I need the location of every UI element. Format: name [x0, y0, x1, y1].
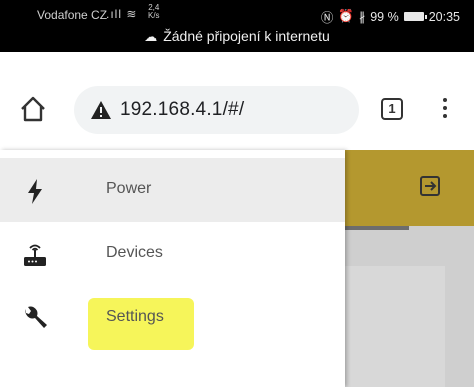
status-bar: Vodafone CZ .ıll ≋ 2,4 K/s Ⓝ ⏰ ∦ 99 % 20…: [0, 0, 474, 52]
url-text[interactable]: 192.168.4.1/#/: [120, 99, 244, 121]
content-card: [345, 266, 445, 387]
warning-icon[interactable]: [90, 100, 112, 120]
battery-percent: 99 %: [370, 9, 399, 24]
tab-switcher-button[interactable]: 1: [381, 98, 403, 120]
drawer-item-label: Devices: [106, 244, 163, 261]
navigation-drawer: Power Devices Settings: [0, 150, 345, 387]
offline-text: Žádné připojení k internetu: [163, 28, 330, 44]
network-speed-unit: K/s: [148, 11, 160, 20]
network-speed: 2,4 K/s: [148, 4, 160, 20]
drawer-item-power[interactable]: Power: [0, 158, 345, 222]
battery-icon: [403, 12, 427, 21]
drawer-item-settings[interactable]: Settings: [0, 286, 345, 350]
tab-indicator: [345, 226, 409, 230]
drawer-item-label: Power: [106, 180, 152, 197]
wrench-icon: [25, 306, 47, 328]
alarm-icon: ⏰: [338, 9, 354, 23]
home-icon[interactable]: [18, 94, 48, 124]
status-right: Ⓝ ⏰ ∦ 99 % 20:35: [321, 7, 460, 26]
bluetooth-icon: ∦: [358, 10, 366, 24]
router-icon: [24, 244, 46, 266]
offline-banner: ☁ Žádné připojení k internetu: [0, 28, 474, 45]
cloud-off-icon: ☁: [144, 29, 158, 44]
browser-toolbar: 192.168.4.1/#/ 1: [0, 76, 474, 146]
carrier-name: Vodafone CZ: [37, 8, 108, 22]
nfc-icon: Ⓝ: [320, 11, 334, 25]
address-bar[interactable]: 192.168.4.1/#/: [74, 86, 359, 134]
logout-icon[interactable]: [418, 174, 442, 198]
signal-wifi-icon: .ıll ≋: [106, 7, 138, 21]
drawer-item-devices[interactable]: Devices: [0, 222, 345, 286]
lightning-icon: [28, 179, 42, 204]
overflow-menu-icon[interactable]: [441, 98, 449, 122]
drawer-item-label: Settings: [106, 308, 164, 325]
clock: 20:35: [428, 9, 460, 24]
